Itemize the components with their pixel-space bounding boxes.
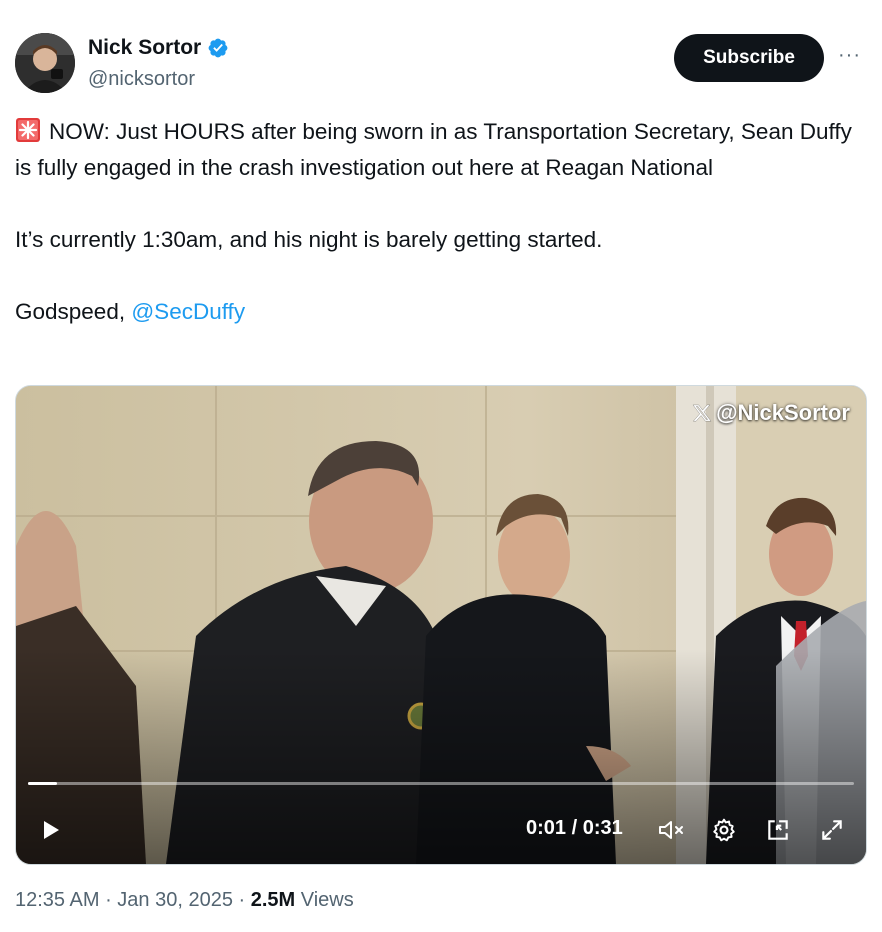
tweet-line-2: It’s currently 1:30am, and his night is …	[15, 227, 603, 252]
video-watermark: @NickSortor	[692, 400, 850, 426]
tweet-text: NOW: Just HOURS after being sworn in as …	[15, 114, 865, 330]
video-duration: 0:31	[582, 817, 623, 839]
x-logo-icon	[692, 404, 712, 422]
watermark-handle: @NickSortor	[716, 400, 850, 425]
meta-separator: ·	[99, 889, 118, 911]
tweet-line-1: NOW: Just HOURS after being sworn in as …	[15, 119, 852, 180]
video-player[interactable]: @NickSortor 0:01 / 0:31	[15, 385, 867, 865]
mute-button[interactable]	[652, 810, 692, 850]
play-button[interactable]	[30, 810, 70, 850]
tweet-time[interactable]: 12:35 AM	[15, 889, 100, 911]
video-frame	[16, 386, 866, 864]
avatar[interactable]	[15, 33, 75, 93]
tweet-paragraph-1: NOW: Just HOURS after being sworn in as …	[15, 114, 865, 186]
picture-in-picture-button[interactable]	[758, 810, 798, 850]
views-count: 2.5M	[250, 889, 296, 911]
subscribe-button[interactable]: Subscribe	[674, 34, 824, 82]
more-options-icon[interactable]: ···	[838, 44, 861, 67]
siren-emoji-icon	[16, 118, 40, 142]
tweet-line-3-prefix: Godspeed,	[15, 299, 132, 324]
views-label: Views	[295, 889, 354, 911]
author-name-row[interactable]: Nick Sortor	[88, 36, 229, 60]
pip-icon	[768, 820, 788, 840]
tweet-date[interactable]: Jan 30, 2025	[117, 889, 233, 911]
tweet-paragraph-3: Godspeed, @SecDuffy	[15, 294, 865, 330]
play-icon	[44, 821, 59, 839]
fullscreen-icon	[822, 820, 842, 840]
gear-icon	[713, 818, 735, 842]
video-current-time: 0:01	[526, 817, 567, 839]
video-progress-fill	[28, 782, 57, 785]
author-handle[interactable]: @nicksortor	[88, 68, 195, 91]
fullscreen-button[interactable]	[812, 810, 852, 850]
tweet-meta: 12:35 AM · Jan 30, 2025 · 2.5M Views	[15, 889, 354, 912]
video-time-separator: /	[566, 817, 583, 839]
mention-link[interactable]: @SecDuffy	[131, 299, 245, 324]
verified-badge-icon	[208, 38, 228, 58]
video-controls	[16, 810, 866, 850]
author-name[interactable]: Nick Sortor	[88, 36, 201, 60]
video-progress-bar[interactable]	[28, 782, 854, 785]
video-time: 0:01 / 0:31	[526, 817, 623, 840]
meta-separator: ·	[232, 889, 251, 911]
volume-muted-icon	[659, 821, 683, 839]
settings-button[interactable]	[704, 810, 744, 850]
